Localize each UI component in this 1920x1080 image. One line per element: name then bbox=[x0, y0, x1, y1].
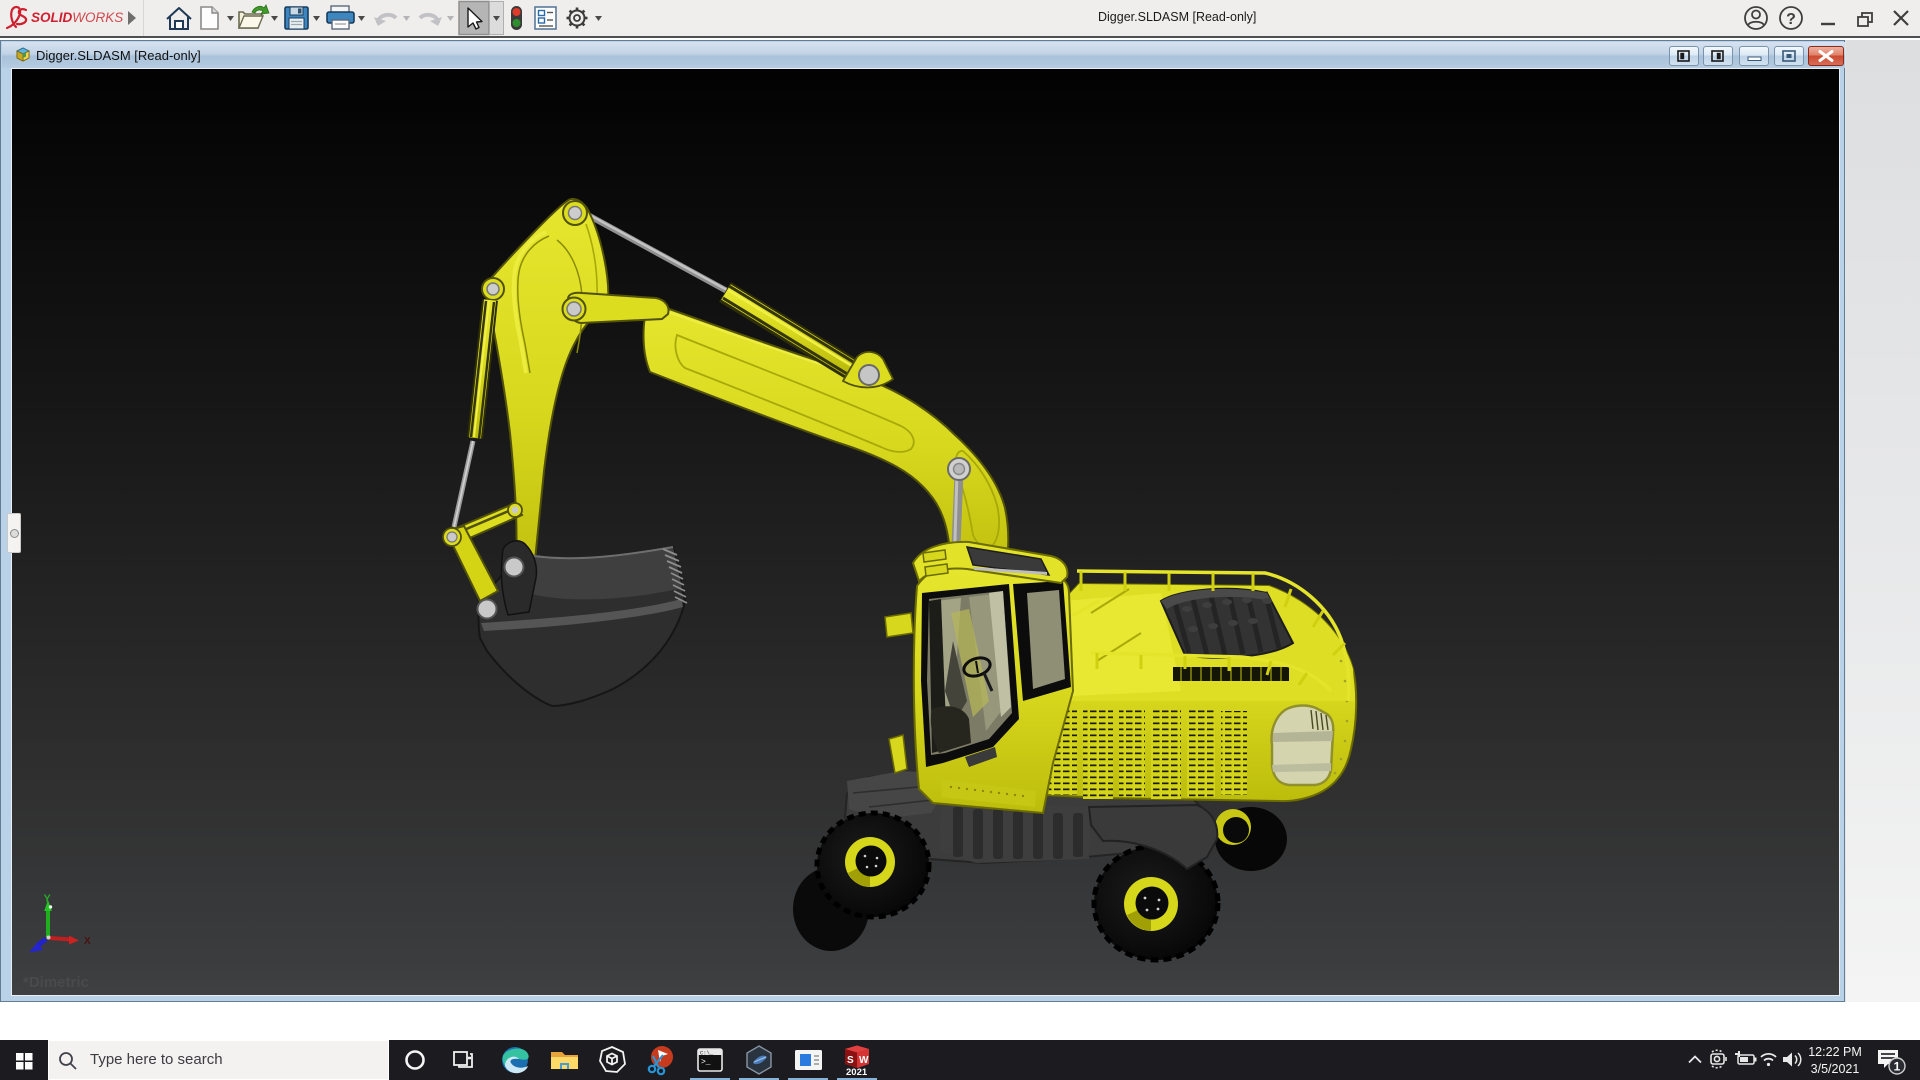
svg-text:>_: >_ bbox=[701, 1058, 711, 1067]
svg-text:2021: 2021 bbox=[846, 1067, 868, 1078]
svg-text:?: ? bbox=[1786, 11, 1796, 28]
svg-text:S: S bbox=[847, 1055, 854, 1066]
svg-text:1: 1 bbox=[1894, 1060, 1901, 1074]
svg-text:W: W bbox=[859, 1055, 869, 1066]
svg-text:SOLIDWORKS: SOLIDWORKS bbox=[31, 10, 123, 25]
svg-text:3/5/2021: 3/5/2021 bbox=[1811, 1062, 1860, 1076]
svg-text:Y: Y bbox=[44, 893, 52, 905]
svg-text:12:22 PM: 12:22 PM bbox=[1808, 1045, 1862, 1059]
svg-text:X: X bbox=[84, 936, 91, 947]
svg-text:C:\_: C:\_ bbox=[700, 1050, 714, 1057]
